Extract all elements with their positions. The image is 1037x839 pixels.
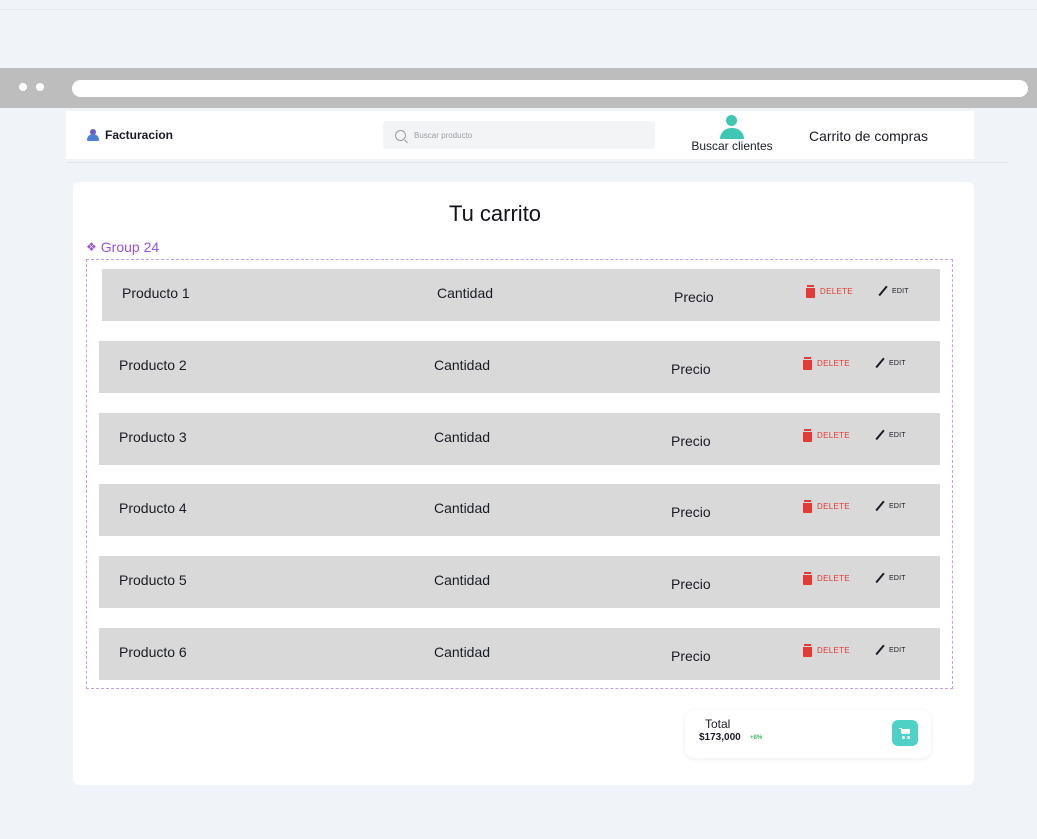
product-price: Precio <box>671 433 711 449</box>
brand[interactable]: Facturacion <box>87 128 173 142</box>
delete-label: DELETE <box>820 287 853 296</box>
product-quantity: Cantidad <box>434 357 491 373</box>
product-name: Producto 6 <box>119 644 187 660</box>
product-name: Producto 2 <box>119 357 187 373</box>
group-label-text: Group 24 <box>100 239 160 255</box>
edit-label: EDIT <box>889 646 906 654</box>
delete-button[interactable]: DELETE <box>803 572 850 585</box>
total-value: $173,000 <box>699 732 741 743</box>
edit-label: EDIT <box>889 359 906 367</box>
delete-label: DELETE <box>817 431 850 440</box>
cart-row: Producto 2 Cantidad Precio DELETE EDIT <box>99 341 940 393</box>
buscar-clientes-label: Buscar clientes <box>691 139 773 153</box>
checkout-cart-button[interactable] <box>892 720 918 746</box>
delete-label: DELETE <box>817 359 850 368</box>
product-price: Precio <box>671 361 711 377</box>
delete-button[interactable]: DELETE <box>806 285 853 298</box>
delete-label: DELETE <box>817 646 850 655</box>
delete-label: DELETE <box>817 502 850 511</box>
product-quantity: Cantidad <box>437 285 494 301</box>
group-frame <box>86 259 953 689</box>
product-price: Precio <box>674 289 714 305</box>
person-icon <box>716 113 748 141</box>
cart-row: Producto 4 Cantidad Precio DELETE EDIT <box>99 484 940 536</box>
pencil-icon <box>875 645 885 655</box>
cart-icon <box>899 727 911 739</box>
edit-button[interactable]: EDIT <box>875 430 906 440</box>
navbar-divider <box>66 162 1008 163</box>
page-top-area <box>0 0 1037 68</box>
trash-icon <box>803 644 812 657</box>
cart-row: Producto 3 Cantidad Precio DELETE EDIT <box>99 413 940 465</box>
total-label: Total <box>705 717 731 731</box>
trash-icon <box>803 357 812 370</box>
trash-icon <box>803 572 812 585</box>
delete-button[interactable]: DELETE <box>803 357 850 370</box>
edit-button[interactable]: EDIT <box>875 573 906 583</box>
pencil-icon <box>875 358 885 368</box>
total-change: +8% <box>750 735 763 741</box>
trash-icon <box>806 285 815 298</box>
product-quantity: Cantidad <box>434 429 491 445</box>
cart-row: Producto 5 Cantidad Precio DELETE EDIT <box>99 556 940 608</box>
top-navbar: Facturacion Buscar clientes Carrito de c… <box>66 111 974 159</box>
window-dot-1[interactable] <box>19 83 27 91</box>
edit-label: EDIT <box>892 287 909 295</box>
product-quantity: Cantidad <box>434 500 491 516</box>
cart-row: Producto 6 Cantidad Precio DELETE EDIT <box>99 628 940 680</box>
edit-button[interactable]: EDIT <box>875 358 906 368</box>
brand-user-icon <box>87 129 99 141</box>
trash-icon <box>803 429 812 442</box>
edit-button[interactable]: EDIT <box>875 645 906 655</box>
pencil-icon <box>875 501 885 511</box>
edit-button[interactable]: EDIT <box>878 286 909 296</box>
window-dot-2[interactable] <box>36 83 44 91</box>
delete-button[interactable]: DELETE <box>803 500 850 513</box>
brand-label: Facturacion <box>105 128 174 142</box>
product-name: Producto 3 <box>119 429 187 445</box>
edit-button[interactable]: EDIT <box>875 501 906 511</box>
group-label: ❖ Group 24 <box>86 239 159 255</box>
delete-button[interactable]: DELETE <box>803 644 850 657</box>
product-name: Producto 5 <box>119 572 187 588</box>
product-name: Producto 1 <box>122 285 190 301</box>
search-input[interactable] <box>414 130 614 140</box>
pencil-icon <box>875 573 885 583</box>
page-title: Tu carrito <box>448 201 542 226</box>
pencil-icon <box>875 430 885 440</box>
product-price: Precio <box>671 504 711 520</box>
delete-button[interactable]: DELETE <box>803 429 850 442</box>
product-price: Precio <box>671 648 711 664</box>
component-diamond-icon: ❖ <box>86 240 97 254</box>
cart-panel: Tu carrito ❖ Group 24 Producto 1 Cantida… <box>73 182 974 785</box>
total-card: Total $173,000 +8% <box>685 710 931 758</box>
delete-label: DELETE <box>817 574 850 583</box>
product-quantity: Cantidad <box>434 644 491 660</box>
address-bar[interactable] <box>72 80 1028 97</box>
trash-icon <box>803 500 812 513</box>
edit-label: EDIT <box>889 502 906 510</box>
carrito-link[interactable]: Carrito de compras <box>809 128 928 144</box>
product-name: Producto 4 <box>119 500 187 516</box>
cart-row: Producto 1 Cantidad Precio DELETE EDIT <box>102 269 940 321</box>
search-box[interactable] <box>383 121 655 149</box>
edit-label: EDIT <box>889 431 906 439</box>
product-price: Precio <box>671 576 711 592</box>
search-icon <box>395 129 406 141</box>
product-quantity: Cantidad <box>434 572 491 588</box>
pencil-icon <box>878 286 888 296</box>
browser-chrome <box>0 68 1037 108</box>
edit-label: EDIT <box>889 574 906 582</box>
buscar-clientes-button[interactable]: Buscar clientes <box>686 113 778 157</box>
